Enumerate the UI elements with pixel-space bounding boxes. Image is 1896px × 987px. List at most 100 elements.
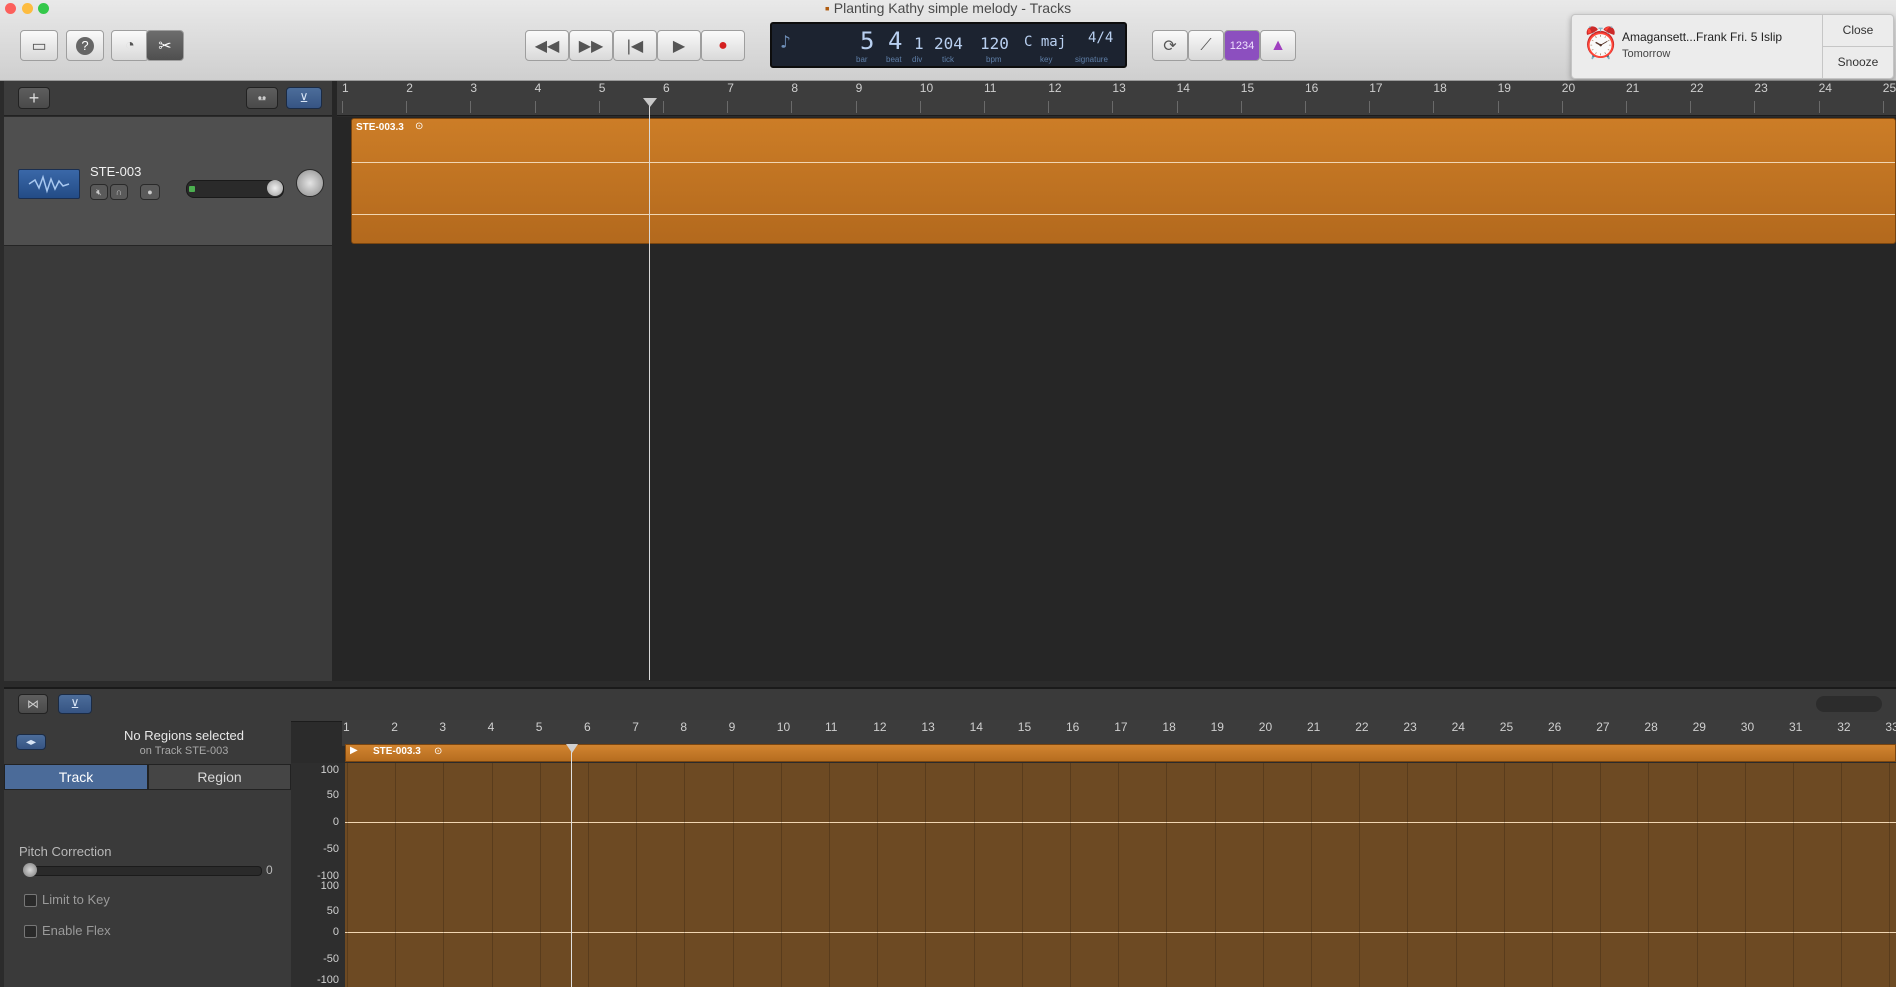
ruler-bar-number: 22 [1690, 81, 1704, 95]
editor-grid-line [877, 763, 879, 987]
editor-ruler[interactable]: 1 2 3 4 5 6 7 8 9 10 11 12 13 14 15 16 17 18 19 20 21 22 23 24 2… [342, 720, 1896, 746]
editor-grid-line [732, 763, 734, 987]
window-title-text: Planting Kathy simple melody - Tracks [833, 0, 1072, 16]
editor-region-name: STE-003.3 [373, 746, 421, 757]
editor-grid-line [1311, 763, 1312, 987]
editor-ruler-bar-number: 12 [873, 720, 887, 734]
notification-button-divider [1823, 46, 1893, 47]
editor-zoom-slider[interactable] [1816, 696, 1882, 712]
region-play-icon: ▶ [350, 745, 358, 756]
editor-waveform-left [345, 822, 1896, 823]
editor-grid-line [1793, 763, 1794, 987]
track-name[interactable]: STE-003 [90, 164, 141, 179]
ruler-tick [1626, 101, 1627, 113]
automation-button[interactable]: •̶• [246, 87, 278, 109]
reminder-notification: ⏰ Amagansett...Frank Fri. 5 Islip Tomorr… [1571, 14, 1894, 79]
flex-button[interactable]: ⋈ [18, 694, 48, 714]
record-button[interactable]: ● [701, 30, 745, 61]
play-button[interactable]: ▶ [657, 30, 701, 61]
fast-forward-button[interactable]: ▶▶ [569, 30, 613, 61]
editor-ruler-bar-number: 5 [535, 720, 543, 734]
rewind-button[interactable]: ◀◀ [525, 30, 569, 61]
smart-controls-button[interactable]: ◔ [111, 30, 149, 61]
editor-grid-line [925, 763, 927, 987]
editor-grid-line [829, 763, 830, 987]
notification-close-button[interactable]: Close [1823, 23, 1893, 37]
ruler-bar-number: 2 [406, 81, 413, 95]
go-to-beginning-button[interactable]: |◀ [613, 30, 657, 61]
smart-controls-icon: ◔ [125, 36, 135, 54]
add-track-button[interactable]: + [18, 87, 50, 109]
track-header[interactable]: STE-003 🔇︎ ∩ ● [4, 117, 332, 246]
editor-ruler-bar-number: 17 [1114, 720, 1128, 734]
tab-region[interactable]: Region [148, 764, 291, 790]
volume-slider[interactable] [186, 180, 284, 198]
lcd-div-value: 1 [914, 34, 924, 53]
lcd-tick-label: tick [942, 55, 954, 64]
editor-grid-line [491, 763, 493, 987]
editor-grid-line [395, 763, 397, 987]
record-enable-button[interactable]: ● [140, 184, 160, 200]
editor-ruler-bar-number: 9 [728, 720, 736, 734]
cycle-icon: ⟳ [1163, 37, 1177, 55]
editor-grid-line [443, 763, 445, 987]
editor-playhead[interactable] [571, 744, 572, 987]
editor-ruler-bar-number: 21 [1307, 720, 1321, 734]
editor-grid-line [1359, 763, 1361, 987]
editor-playhead-handle[interactable] [566, 744, 578, 753]
timeline-ruler[interactable]: 1 2 3 4 5 6 7 8 9 10 11 12 13 14 15 16 17 18 19 20 21 22 23 24 2… [337, 81, 1896, 116]
editor-grid-line [1889, 763, 1891, 987]
editor-grid-line [1070, 763, 1071, 987]
ruler-bar-number: 5 [598, 81, 606, 95]
editor-ruler-bar-number: 32 [1837, 720, 1851, 734]
editor-ruler-bar-number: 4 [487, 720, 495, 734]
ruler-bar-number: 11 [984, 81, 997, 95]
editor-ruler-bar-number: 22 [1355, 720, 1369, 734]
editor-ruler-bar-number: 31 [1789, 720, 1803, 734]
snap-button[interactable]: ⊻ [286, 87, 322, 109]
ruler-bar-number: 7 [727, 81, 734, 95]
editor-ruler-bar-number: 15 [1017, 720, 1032, 734]
editor-grid-line [636, 763, 638, 987]
editor-grid-line [973, 763, 975, 987]
enable-flex-checkbox[interactable] [24, 925, 37, 938]
editor-ruler-bar-number: 28 [1644, 720, 1658, 734]
mute-button[interactable]: 🔇︎ [90, 184, 108, 200]
editor-ruler-bar-number: 7 [632, 720, 639, 734]
amplitude-scale-label: -50 [323, 953, 339, 965]
pan-knob[interactable] [296, 169, 324, 197]
mute-icon: 🔇︎ [96, 186, 102, 197]
enable-flex-label: Enable Flex [42, 923, 111, 938]
lcd-bar-value: 5 [860, 27, 875, 55]
solo-button[interactable]: ∩ [110, 184, 128, 200]
help-button[interactable]: ? [66, 30, 104, 61]
library-button[interactable]: ▭ [20, 30, 58, 61]
tuner-button[interactable]: ⟋ [1188, 30, 1224, 61]
metronome-button[interactable]: ▲ [1260, 30, 1296, 61]
editor-snap-button[interactable]: ⊻ [58, 694, 92, 714]
audio-region[interactable]: STE-003.3 ⊙ [351, 118, 1896, 244]
editor-ruler-bar-number: 6 [584, 720, 591, 734]
lcd-div-label: div [912, 55, 923, 64]
lcd-display[interactable]: ♪ 5 bar 4 beat 1 div 204 tick 120 bpm C … [770, 22, 1127, 68]
tuner-icon: ⟋ [1200, 36, 1212, 54]
ruler-bar-number: 19 [1497, 81, 1511, 95]
editor-ruler-bar-number: 30 [1740, 720, 1755, 734]
playhead-handle[interactable] [643, 98, 657, 107]
editors-button[interactable]: ✂ [146, 30, 184, 61]
ruler-tick [663, 101, 664, 113]
limit-to-key-checkbox[interactable] [24, 894, 37, 907]
inspector-tabs: Track Region [4, 764, 291, 790]
lcd-signature-label: signature [1075, 55, 1108, 64]
tab-track[interactable]: Track [4, 764, 148, 790]
audio-editor-canvas[interactable] [345, 763, 1896, 987]
pitch-correction-thumb[interactable] [23, 863, 37, 877]
editor-grid-line [1214, 763, 1216, 987]
pitch-correction-slider[interactable] [23, 863, 262, 877]
amplitude-scale-label: -50 [323, 843, 339, 855]
cycle-button[interactable]: ⟳ [1152, 30, 1188, 61]
volume-knob[interactable] [267, 180, 283, 196]
playhead[interactable] [649, 100, 650, 680]
notification-snooze-button[interactable]: Snooze [1823, 55, 1893, 69]
count-in-button[interactable]: 1234 [1224, 30, 1260, 61]
